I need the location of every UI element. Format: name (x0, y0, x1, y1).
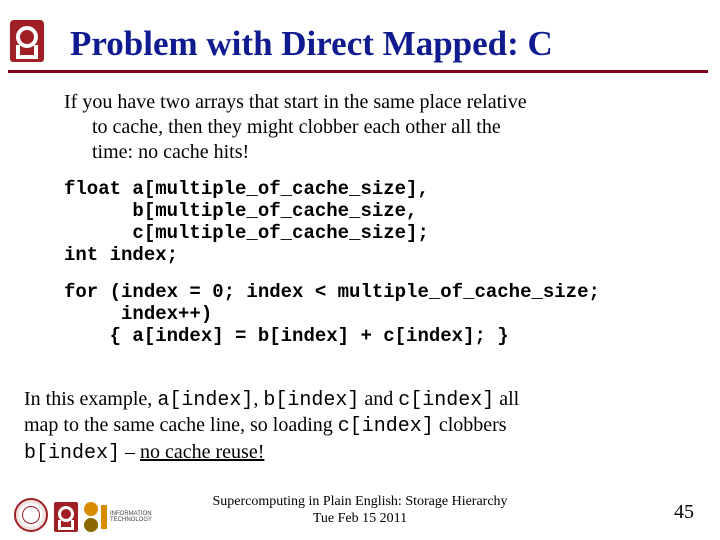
explain-line2a: map to the same cache line, so loading (24, 414, 338, 436)
footer-text: Supercomputing in Plain English: Storage… (0, 494, 720, 528)
code-c: c[index] (398, 389, 494, 412)
page-number: 45 (674, 501, 694, 524)
footer-line-2: Tue Feb 15 2011 (313, 511, 407, 526)
explain-line2b: clobbers (434, 414, 507, 436)
code-b: b[index] (263, 389, 359, 412)
explain-post1: all (494, 388, 519, 410)
ou-logo (10, 20, 46, 64)
ou-logo-shape (10, 20, 44, 62)
slide-title: Problem with Direct Mapped: C (70, 24, 700, 64)
title-rule (8, 70, 708, 73)
explain-dash: – (120, 441, 140, 463)
footer: INFORMATION TECHNOLOGY Supercomputing in… (0, 488, 720, 534)
slide-body: If you have two arrays that start in the… (64, 90, 680, 348)
explain-paragraph: In this example, a[index], b[index] and … (24, 387, 698, 466)
explain-mid1: and (359, 388, 398, 410)
code-declarations: float a[multiple_of_cache_size], b[multi… (64, 179, 680, 266)
footer-line-1: Supercomputing in Plain English: Storage… (212, 494, 507, 509)
title-area: Problem with Direct Mapped: C (70, 24, 700, 64)
no-cache-reuse: no cache reuse! (140, 441, 264, 463)
code-b2: b[index] (24, 442, 120, 465)
intro-paragraph: If you have two arrays that start in the… (64, 90, 680, 165)
intro-line-2: to cache, then they might clobber each o… (64, 115, 680, 140)
code-c2: c[index] (338, 415, 434, 438)
intro-line-3: time: no cache hits! (64, 140, 680, 165)
code-loop: for (index = 0; index < multiple_of_cach… (64, 282, 680, 348)
explain-sep1: , (253, 388, 263, 410)
intro-line-1: If you have two arrays that start in the… (64, 90, 680, 115)
explain-pre: In this example, (24, 388, 157, 410)
code-a: a[index] (157, 389, 253, 412)
